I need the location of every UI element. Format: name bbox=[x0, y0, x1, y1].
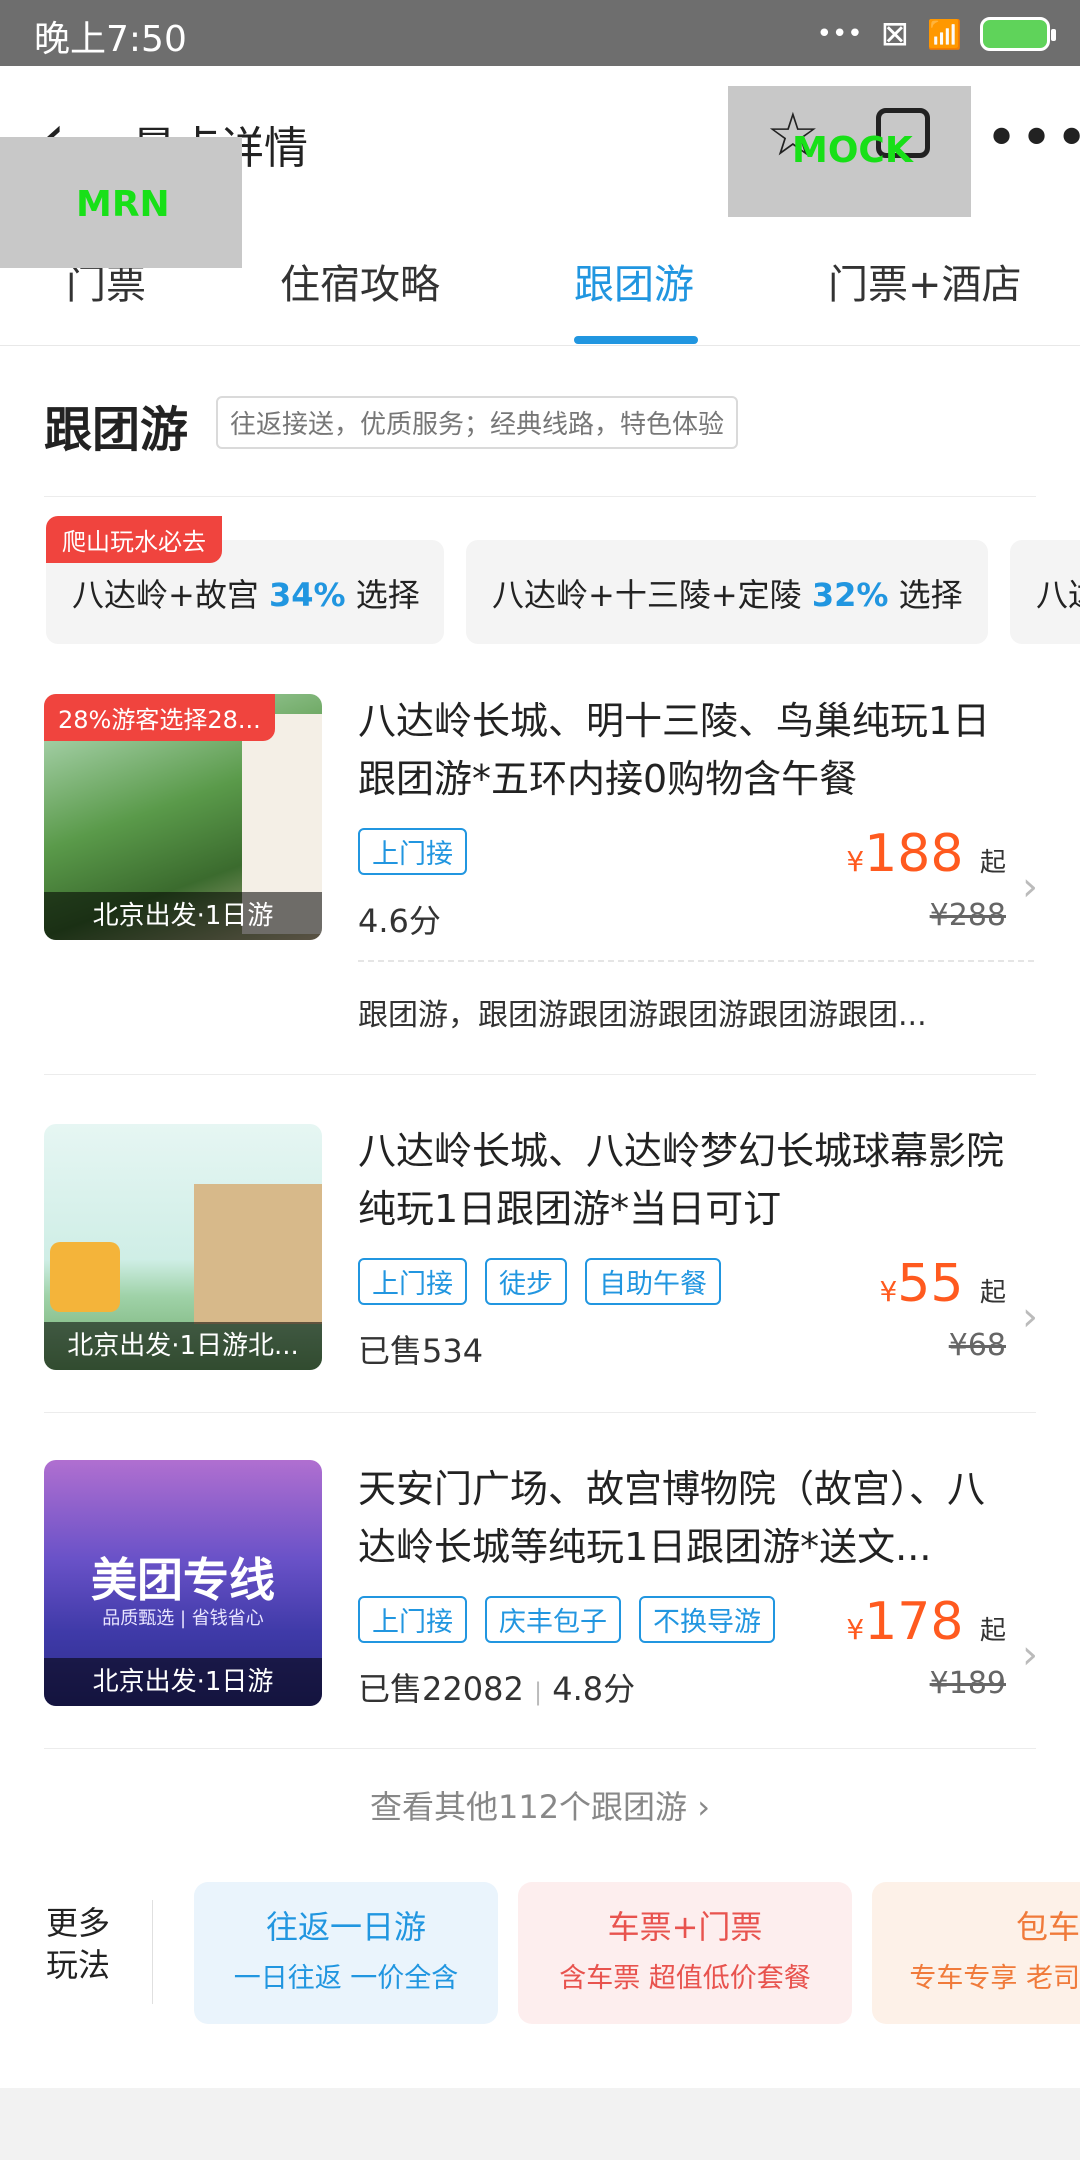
price-value: 55 bbox=[897, 1254, 964, 1314]
product-old-price: ¥189 bbox=[929, 1666, 1006, 1701]
price-suffix: 起 bbox=[979, 1278, 1006, 1308]
thumb-brand-title: 美团专线 bbox=[91, 1553, 275, 1607]
product-tag: 上门接 bbox=[358, 1596, 467, 1643]
chip-suffix: 选择 bbox=[355, 576, 420, 614]
card-title: 往返一日游 bbox=[265, 1908, 426, 1946]
mrn-label: MRN bbox=[76, 184, 170, 225]
more-icon[interactable]: ••• bbox=[985, 106, 1080, 171]
tab-ticket-hotel[interactable]: 门票+酒店 bbox=[828, 252, 1022, 310]
price-prefix: ¥ bbox=[846, 845, 865, 878]
product-thumbnail[interactable]: 北京出发·1日游北... bbox=[44, 1124, 322, 1370]
product-title[interactable]: 八达岭长城、明十三陵、鸟巢纯玩1日跟团游*五环内接0购物含午餐 bbox=[358, 692, 1018, 808]
price-value: 178 bbox=[864, 1592, 964, 1652]
wifi-icon: 📶 bbox=[927, 17, 962, 51]
chip-name: 八达岭+故宫 bbox=[72, 576, 259, 614]
product-tag: 上门接 bbox=[358, 1258, 467, 1305]
card-subtitle: 专车专享 老司 bbox=[909, 1963, 1080, 1994]
product-tags: 上门接 庆丰包子 不换导游 bbox=[358, 1596, 775, 1643]
more-ways-separator bbox=[152, 1900, 153, 2004]
product-meta: 已售22082 | 4.8分 bbox=[358, 1664, 635, 1710]
status-time: 晚上7:50 bbox=[34, 19, 187, 60]
product-tag: 上门接 bbox=[358, 828, 467, 875]
card-title: 车票+门票 bbox=[607, 1908, 763, 1946]
product-tag: 自助午餐 bbox=[585, 1258, 721, 1305]
product-old-price: ¥288 bbox=[929, 898, 1006, 933]
chip-suffix: 选择 bbox=[898, 576, 963, 614]
chip-name: 八达岭+十三陵+定陵 bbox=[492, 576, 802, 614]
chevron-right-icon[interactable]: › bbox=[1022, 1294, 1038, 1340]
product-tag: 徒步 bbox=[485, 1258, 567, 1305]
chip-pct: 32% bbox=[811, 576, 889, 614]
divider bbox=[44, 496, 1036, 497]
price-value: 188 bbox=[864, 824, 964, 884]
product-price: ¥188 起 bbox=[846, 824, 1006, 884]
product-sold: 已售22082 bbox=[358, 1670, 524, 1708]
divider bbox=[44, 1074, 1036, 1075]
route-chip[interactable]: 八达 bbox=[1010, 540, 1080, 644]
product-thumbnail[interactable]: 28%游客选择28... 北京出发·1日游 bbox=[44, 694, 322, 940]
chip-pct: 34% bbox=[269, 576, 346, 614]
card-subtitle: 一日往返 一价全含 bbox=[233, 1963, 459, 1994]
product-price: ¥178 起 bbox=[846, 1592, 1006, 1652]
thumb-wall bbox=[194, 1184, 322, 1324]
product-old-price: ¥68 bbox=[948, 1328, 1006, 1363]
thumb-brand-sub: 品质甄选 | 省钱省心 bbox=[102, 1608, 264, 1629]
thumb-caption: 北京出发·1日游北... bbox=[44, 1322, 322, 1370]
product-price: ¥55 起 bbox=[879, 1254, 1006, 1314]
price-prefix: ¥ bbox=[879, 1275, 898, 1308]
product-tags: 上门接 徒步 自助午餐 bbox=[358, 1258, 721, 1305]
card-subtitle: 含车票 超值低价套餐 bbox=[559, 1963, 811, 1994]
thumb-caption: 北京出发·1日游 bbox=[44, 1658, 322, 1706]
tab-indicator bbox=[574, 336, 698, 344]
mock-label: MOCK bbox=[792, 130, 913, 171]
product-desc: 跟团游，跟团游跟团游跟团游跟团游跟团... bbox=[358, 998, 927, 1033]
thumb-badge: 28%游客选择28... bbox=[44, 694, 275, 741]
route-chip[interactable]: 八达岭+十三陵+定陵 32% 选择 bbox=[466, 540, 988, 644]
card-title: 包车 bbox=[1015, 1908, 1080, 1946]
divider bbox=[44, 1748, 1036, 1749]
thumb-caption: 北京出发·1日游 bbox=[44, 892, 322, 940]
product-title[interactable]: 八达岭长城、八达岭梦幻长城球幕影院纯玩1日跟团游*当日可订 bbox=[358, 1122, 1018, 1238]
chevron-right-icon[interactable]: › bbox=[1022, 1632, 1038, 1678]
chip-name: 八达 bbox=[1036, 576, 1080, 614]
price-suffix: 起 bbox=[979, 1616, 1006, 1646]
status-bar: 晚上7:50 ••• ⊠ 📶 bbox=[0, 0, 1080, 66]
more-ways-title: 更多 玩法 bbox=[46, 1902, 110, 1986]
battery-charging-icon bbox=[980, 17, 1056, 51]
price-suffix: 起 bbox=[979, 848, 1006, 878]
divider bbox=[44, 1412, 1036, 1413]
thumb-car bbox=[50, 1242, 120, 1312]
product-thumbnail[interactable]: 美团专线 品质甄选 | 省钱省心 北京出发·1日游 bbox=[44, 1460, 322, 1706]
more-ways-title-line1: 更多 bbox=[46, 1904, 111, 1942]
dashed-divider bbox=[358, 960, 1034, 962]
chevron-right-icon[interactable]: › bbox=[1022, 864, 1038, 910]
tab-group-tour[interactable]: 跟团游 bbox=[574, 252, 694, 310]
more-way-card-ticket-combo[interactable]: 车票+门票 含车票 超值低价套餐 bbox=[518, 1882, 852, 2024]
meta-separator: | bbox=[533, 1678, 543, 1706]
more-way-card-charter[interactable]: 包车 专车专享 老司 bbox=[872, 1882, 1080, 2024]
dots-icon: ••• bbox=[816, 19, 863, 49]
product-score: 4.8分 bbox=[552, 1670, 636, 1708]
close-box-icon: ⊠ bbox=[880, 14, 910, 54]
more-ways-title-line2: 玩法 bbox=[46, 1946, 111, 1984]
product-title[interactable]: 天安门广场、故宫博物院（故宫）、八达岭长城等纯玩1日跟团游*送文... bbox=[358, 1460, 1018, 1576]
price-prefix: ¥ bbox=[846, 1613, 865, 1646]
see-more-link[interactable]: 查看其他112个跟团游 › bbox=[0, 1782, 1080, 1828]
product-sold: 已售534 bbox=[358, 1332, 484, 1370]
status-icons: ••• ⊠ 📶 bbox=[816, 14, 1056, 54]
tab-lodging[interactable]: 住宿攻略 bbox=[280, 252, 440, 310]
product-tags: 上门接 bbox=[358, 828, 467, 875]
product-tag: 不换导游 bbox=[639, 1596, 775, 1643]
product-tag: 庆丰包子 bbox=[485, 1596, 621, 1643]
section-title: 跟团游 bbox=[44, 402, 189, 458]
section-desc: 往返接送，优质服务；经典线路，特色体验 bbox=[216, 396, 739, 449]
bottom-spacer bbox=[0, 2088, 1080, 2160]
more-way-card-round-trip[interactable]: 往返一日游 一日往返 一价全含 bbox=[194, 1882, 498, 2024]
chip-tag: 爬山玩水必去 bbox=[46, 516, 222, 563]
product-score: 4.6分 bbox=[358, 902, 441, 940]
